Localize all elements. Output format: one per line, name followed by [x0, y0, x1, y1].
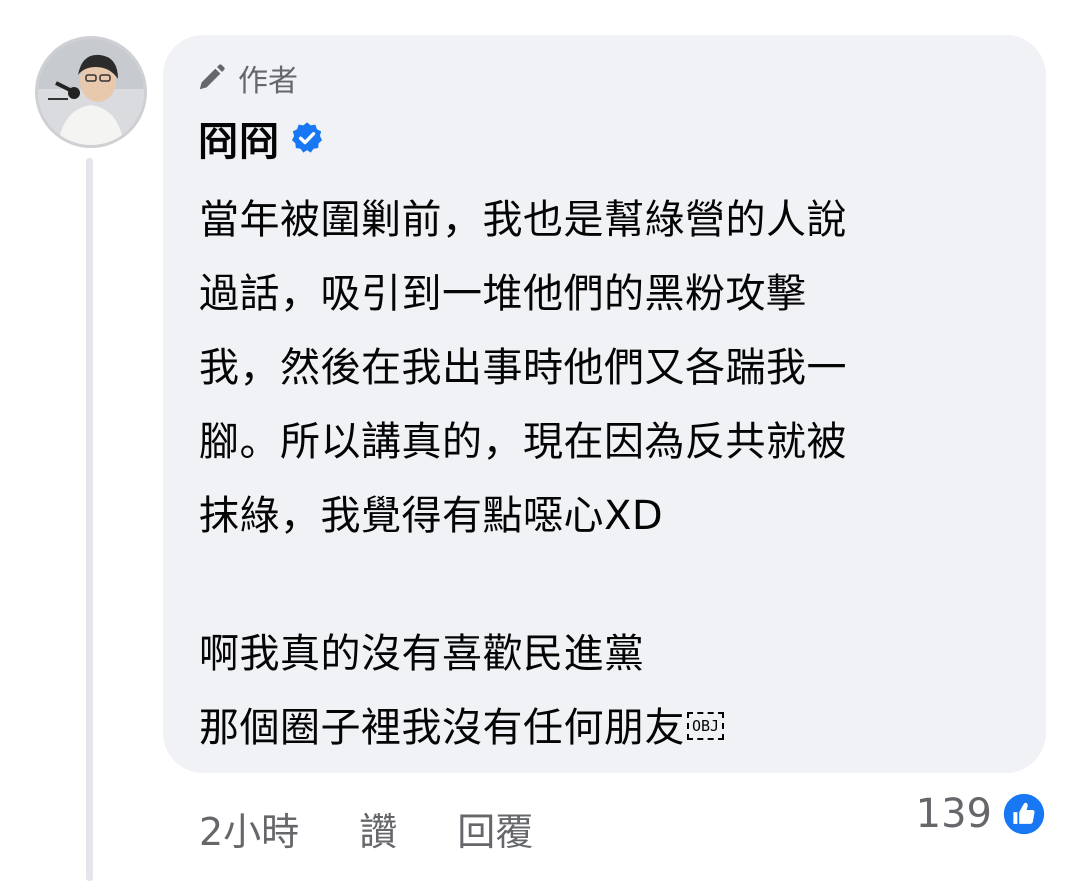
pencil-icon — [196, 63, 226, 93]
obj-placeholder-glyph: OBJ — [687, 712, 725, 740]
comment-line-last: 那個圈子裡我沒有任何朋友 OBJ — [199, 691, 999, 765]
comment-body: 當年被圍剿前，我也是幫綠營的人說 過話，吸引到一堆他們的黑粉攻擊 我，然後在我出… — [199, 183, 999, 765]
comment-line: 啊我真的沒有喜歡民進黨 — [199, 631, 645, 677]
reaction-summary[interactable]: 139 — [916, 788, 1046, 840]
like-icon — [1002, 792, 1046, 836]
comment-line: 我，然後在我出事時他們又各踹我一 — [199, 345, 847, 391]
avatar[interactable] — [35, 36, 147, 148]
reaction-count: 139 — [915, 791, 992, 837]
author-name[interactable]: 冏冏 — [198, 109, 280, 167]
author-badge: 作者 — [196, 58, 298, 99]
comment-line: 抹綠，我覺得有點噁心XD — [199, 493, 664, 539]
like-button[interactable]: 讚 — [359, 801, 397, 856]
verified-badge-icon — [290, 121, 324, 155]
comment-line: 當年被圍剿前，我也是幫綠營的人說 — [199, 197, 847, 243]
author-name-row: 冏冏 — [198, 109, 324, 167]
comment-actions: 2小時 讚 回覆 — [199, 800, 533, 856]
comment-line: 過話，吸引到一堆他們的黑粉攻擊 — [199, 271, 807, 317]
reply-button[interactable]: 回覆 — [457, 801, 533, 856]
timestamp[interactable]: 2小時 — [199, 801, 299, 856]
author-badge-label: 作者 — [238, 64, 298, 99]
comment-line-text: 那個圈子裡我沒有任何朋友 — [199, 705, 685, 751]
comment-line: 腳。所以講真的，現在因為反共就被 — [199, 419, 847, 465]
thread-line — [86, 158, 93, 881]
